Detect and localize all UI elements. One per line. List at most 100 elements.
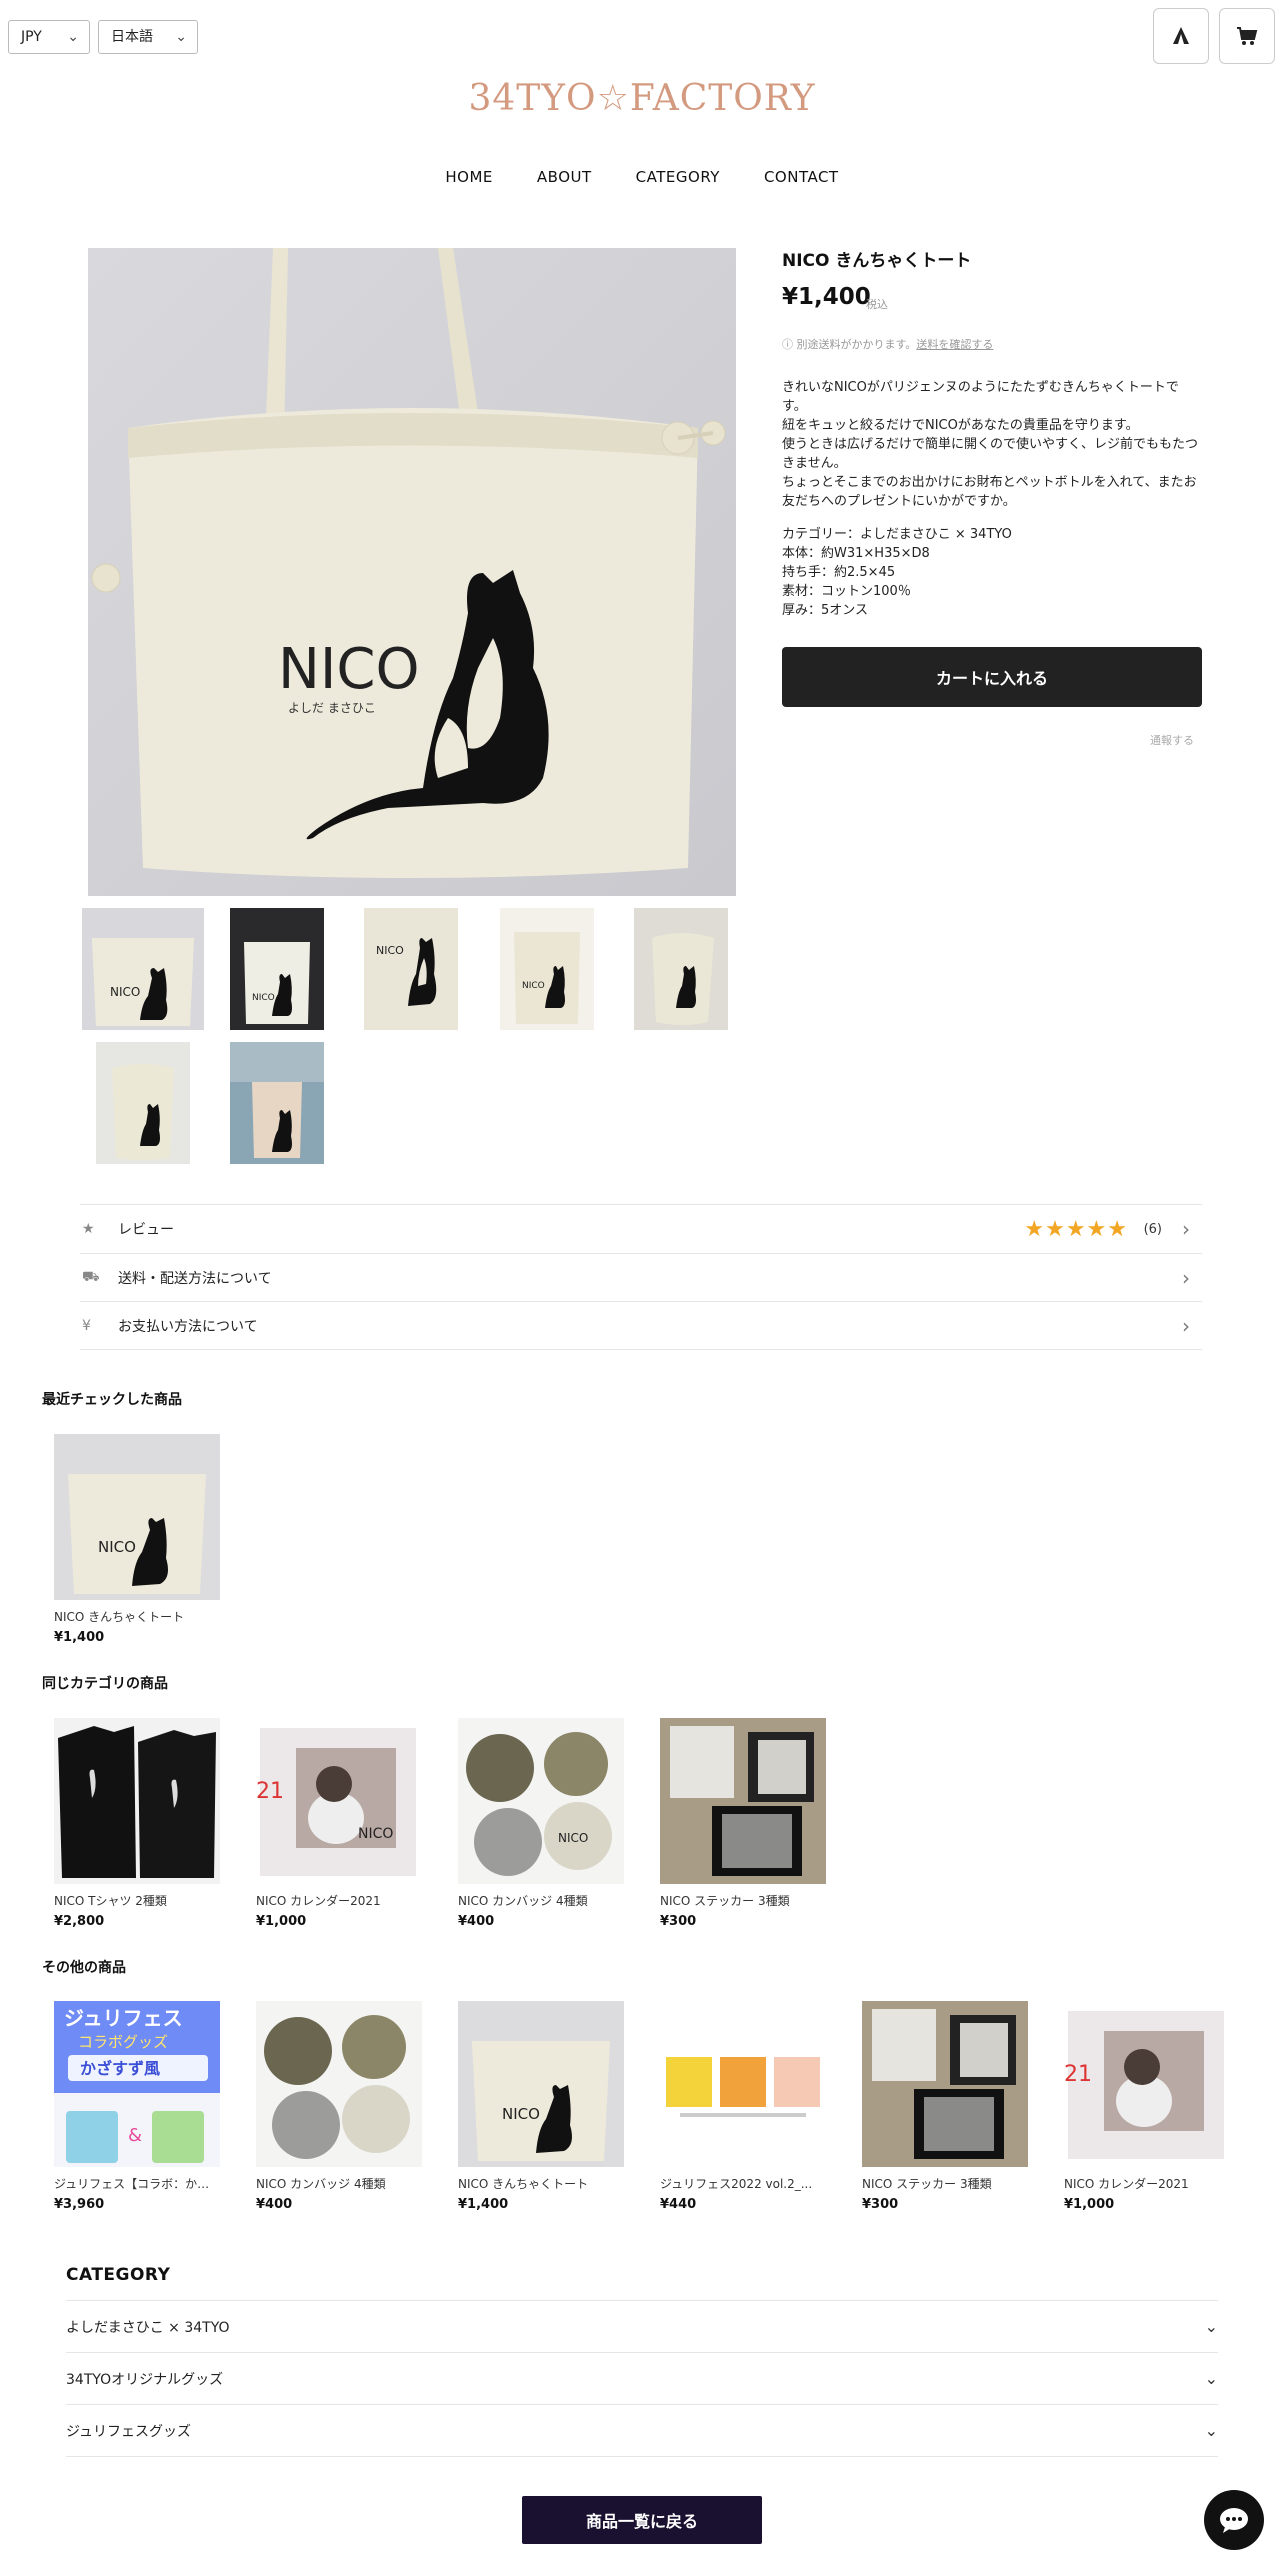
product-card-name[interactable]: NICO きんちゃくトート — [458, 2175, 624, 2192]
add-to-cart-button[interactable]: カートに入れる — [782, 647, 1202, 707]
product-card-image[interactable] — [256, 2001, 422, 2167]
chevron-right-icon: › — [1182, 1217, 1190, 1241]
nav-about[interactable]: ABOUT — [537, 168, 592, 186]
shipping-label: 送料・配送方法について — [118, 1271, 272, 1287]
product-card-name[interactable]: NICO カレンダー2021 — [1064, 2175, 1230, 2192]
product-card-price: ¥400 — [256, 2197, 293, 2212]
svg-text:NICO: NICO — [558, 1831, 588, 1845]
product-title: NICO きんちゃくトート — [782, 251, 972, 271]
site-logo[interactable]: 34TYO☆FACTORY — [0, 78, 1284, 119]
product-card-price: ¥2,800 — [54, 1914, 105, 1929]
category-item[interactable]: 34TYOオリジナルグッズ ⌄ — [66, 2353, 1218, 2405]
cart-icon — [1237, 27, 1258, 45]
product-thumbnail[interactable] — [96, 1042, 190, 1164]
product-thumbnail[interactable] — [230, 1042, 324, 1164]
product-card-image[interactable] — [54, 1718, 220, 1884]
product-card[interactable]: ジュリフェス2022 vol.2_... ¥440 — [660, 2001, 826, 2212]
banner-line1: ジュリフェス — [64, 2006, 183, 2030]
tent-icon — [1173, 27, 1189, 44]
product-card[interactable]: 21 NICO NICO カレンダー2021 ¥1,000 — [256, 1718, 422, 1929]
review-count: (6) — [1143, 1221, 1162, 1237]
product-card-image[interactable]: 21 NICO — [256, 1718, 422, 1884]
shipping-row[interactable]: ⛟ 送料・配送方法について › — [80, 1254, 1202, 1302]
description-line: 紐をキュッと絞るだけでNICOがあなたの貴重品を守ります。 — [782, 418, 1139, 433]
svg-text:NICO: NICO — [502, 2105, 540, 2123]
product-card-name[interactable]: NICO ステッカー 3種類 — [660, 1892, 826, 1909]
nav-contact[interactable]: CONTACT — [764, 168, 839, 186]
banner-line2: コラボグッズ — [78, 2033, 168, 2051]
product-card[interactable]: ジュリフェスコラボグッズかざすず風 & ジュリフェス【コラボ：かざすず風】 ¥3,… — [54, 2001, 220, 2212]
product-card[interactable]: NICO NICO きんちゃくトート ¥1,400 — [54, 1434, 220, 1645]
nav-home[interactable]: HOME — [445, 168, 493, 186]
chat-icon — [1220, 2508, 1248, 2533]
product-card-name[interactable]: NICO Tシャツ 2種類 — [54, 1892, 220, 1909]
star-icon: ★ — [82, 1221, 95, 1237]
truck-icon: ⛟ — [82, 1269, 100, 1285]
tax-label: 税込 — [866, 298, 888, 311]
banner-line3: かざすず風 — [80, 2059, 160, 2078]
product-card-image[interactable]: 21 — [1064, 2001, 1230, 2167]
category-item-label: 34TYOオリジナルグッズ — [66, 2371, 224, 2388]
product-price: ¥1,400 — [782, 284, 871, 310]
product-thumbnail[interactable]: NICO — [82, 908, 204, 1030]
product-card-image[interactable]: NICO — [54, 1434, 220, 1600]
product-card-price: ¥1,000 — [1064, 2197, 1115, 2212]
description-line: きれいなNICOがパリジェンヌのようにたたずむきんちゃくトートです。 — [782, 380, 1179, 414]
product-card-name[interactable]: ジュリフェス2022 vol.2_... — [660, 2175, 826, 2192]
category-item[interactable]: よしだまさひこ × 34TYO ⌄ — [66, 2301, 1218, 2353]
product-card-image[interactable]: NICO — [458, 1718, 624, 1884]
product-thumbnail[interactable]: NICO — [500, 908, 594, 1030]
product-card-price: ¥1,400 — [458, 2197, 509, 2212]
product-thumbnail[interactable] — [634, 908, 728, 1030]
bag-author-text: よしだ まさひこ — [288, 701, 376, 715]
product-card-image[interactable] — [862, 2001, 1028, 2167]
product-card-name[interactable]: NICO カンバッジ 4種類 — [458, 1892, 624, 1909]
shipping-link[interactable]: 送料を確認する — [916, 338, 993, 351]
currency-value: JPY — [21, 29, 42, 45]
category-item[interactable]: ジュリフェスグッズ ⌄ — [66, 2405, 1218, 2457]
chevron-down-icon: ⌄ — [67, 29, 79, 45]
other-heading: その他の商品 — [42, 1960, 126, 1976]
spec-line: カテゴリー：よしだまさひこ × 34TYO — [782, 527, 1012, 542]
product-card[interactable]: NICO Tシャツ 2種類 ¥2,800 — [54, 1718, 220, 1929]
product-card[interactable]: NICO NICO きんちゃくトート ¥1,400 — [458, 2001, 624, 2212]
svg-text:21: 21 — [1064, 2062, 1092, 2087]
product-thumbnail[interactable]: NICO — [230, 908, 324, 1030]
svg-text:&: & — [128, 2125, 142, 2146]
chevron-down-icon: ⌄ — [1204, 2317, 1218, 2336]
currency-select[interactable]: JPY ⌄ — [8, 20, 90, 54]
product-card-name[interactable]: NICO きんちゃくトート — [54, 1608, 220, 1625]
review-row[interactable]: ★ レビュー ★★★★★ (6) › — [80, 1205, 1202, 1253]
product-card-image[interactable] — [660, 2001, 826, 2167]
product-card[interactable]: NICO カンバッジ 4種類 ¥400 — [256, 2001, 422, 2212]
product-card-image[interactable] — [660, 1718, 826, 1884]
product-card-price: ¥400 — [458, 1914, 495, 1929]
account-button[interactable] — [1153, 8, 1209, 64]
product-card-image[interactable]: ジュリフェスコラボグッズ かざすず風 & — [54, 2001, 220, 2167]
product-main-image[interactable]: NICO よしだ まさひこ — [88, 248, 736, 896]
product-card[interactable]: NICO NICO カンバッジ 4種類 ¥400 — [458, 1718, 624, 1929]
product-card-name[interactable]: ジュリフェス【コラボ：かざすず風】 — [54, 2175, 220, 2192]
chat-button[interactable] — [1204, 2490, 1264, 2550]
spec-line: 持ち手：約2.5×45 — [782, 565, 896, 580]
shipping-note: ⓘ 別途送料がかかります。送料を確認する — [782, 336, 993, 352]
back-to-list-button[interactable]: 商品一覧に戻る — [522, 2496, 762, 2544]
product-card[interactable]: NICO ステッカー 3種類 ¥300 — [660, 1718, 826, 1929]
info-icon: ⓘ — [782, 338, 797, 351]
product-card-image[interactable]: NICO — [458, 2001, 624, 2167]
product-description: きれいなNICOがパリジェンヌのようにたたずむきんちゃくトートです。 紐をキュッ… — [782, 378, 1202, 620]
payment-row[interactable]: ¥ お支払い方法について › — [80, 1302, 1202, 1350]
nav-category[interactable]: CATEGORY — [636, 168, 720, 186]
product-card[interactable]: 21 NICO カレンダー2021 ¥1,000 — [1064, 2001, 1230, 2212]
product-card-name[interactable]: NICO ステッカー 3種類 — [862, 2175, 1028, 2192]
svg-text:NICO: NICO — [358, 1826, 393, 1842]
payment-label: お支払い方法について — [118, 1319, 258, 1335]
report-link[interactable]: 通報する — [1150, 732, 1194, 748]
product-card-price: ¥300 — [660, 1914, 697, 1929]
product-thumbnail[interactable]: NICO — [364, 908, 458, 1030]
product-card-name[interactable]: NICO カンバッジ 4種類 — [256, 2175, 422, 2192]
product-card[interactable]: NICO ステッカー 3種類 ¥300 — [862, 2001, 1028, 2212]
language-select[interactable]: 日本語 ⌄ — [98, 20, 198, 54]
product-card-name[interactable]: NICO カレンダー2021 — [256, 1892, 422, 1909]
cart-button[interactable] — [1219, 8, 1275, 64]
